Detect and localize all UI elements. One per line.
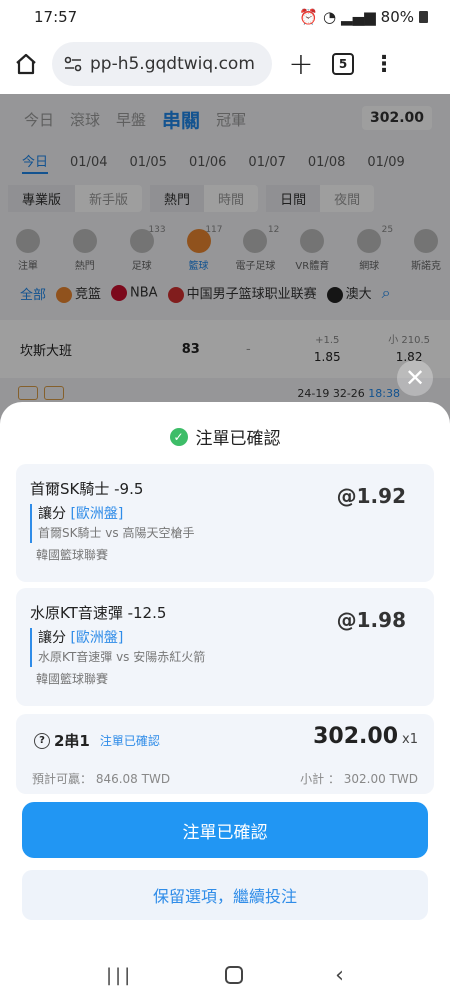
bet-selection: 首爾SK騎士 -9.5	[30, 480, 144, 498]
battery-icon	[419, 11, 428, 23]
bet-detail: 讓分 [歐洲盤] 首爾SK騎士 vs 高陽天空槍手	[30, 504, 194, 543]
close-icon: ✕	[404, 364, 426, 392]
back-icon[interactable]: ‹	[335, 963, 344, 988]
confirm-button[interactable]: 注單已確認	[22, 802, 428, 858]
more-menu-button[interactable]: ⋮	[354, 52, 414, 77]
bet-confirmation-sheet: ✓ 注單已確認 首爾SK騎士 -9.5 @1.92 讓分 [歐洲盤] 首爾SK騎…	[0, 402, 450, 950]
handicap-type: [歐洲盤]	[70, 506, 124, 522]
keep-selections-button[interactable]: 保留選項，繼續投注	[22, 870, 428, 920]
tab-switcher-button[interactable]: 5	[332, 53, 354, 75]
more-vert-icon: ⋮	[373, 51, 395, 77]
system-nav-bar: ||| ‹	[0, 950, 450, 1000]
market-type: 讓分	[38, 506, 66, 522]
bet-odds: @1.92	[336, 484, 406, 508]
market-type: 讓分	[38, 630, 66, 646]
parlay-status: 注單已確認	[99, 734, 160, 748]
parlay-type: 2串1	[54, 732, 90, 750]
stake-multiplier: x1	[402, 732, 418, 747]
address-bar[interactable]: pp-h5.gqdtwiq.com	[52, 42, 272, 86]
status-bar: 17:57 ⏰ ◔ ▂▄▆ 80%	[0, 0, 450, 34]
bet-detail: 讓分 [歐洲盤] 水原KT音速彈 vs 安陽赤紅火箭	[30, 628, 205, 667]
sheet-header: ✓ 注單已確認	[0, 424, 450, 449]
subtotal: 小計 ： 302.00 TWD	[300, 772, 418, 786]
home-icon	[16, 53, 36, 75]
bet-selection: 水原KT音速彈 -12.5	[30, 604, 167, 622]
recents-icon[interactable]: |||	[106, 965, 133, 986]
alarm-icon: ⏰	[299, 8, 318, 26]
bet-card: 首爾SK騎士 -9.5 @1.92 讓分 [歐洲盤] 首爾SK騎士 vs 高陽天…	[16, 464, 434, 582]
match-name: 水原KT音速彈 vs 安陽赤紅火箭	[38, 650, 206, 664]
signal-icon: ▂▄▆	[341, 8, 376, 26]
handicap-type: [歐洲盤]	[70, 630, 124, 646]
league-name: 韓國籃球聯賽	[36, 672, 109, 686]
status-icons: ⏰ ◔ ▂▄▆ 80%	[299, 8, 428, 26]
bet-card: 水原KT音速彈 -12.5 @1.98 讓分 [歐洲盤] 水原KT音速彈 vs …	[16, 588, 434, 706]
browser-toolbar: pp-h5.gqdtwiq.com + 5 ⋮	[0, 34, 450, 94]
home-nav-icon[interactable]	[225, 966, 244, 984]
status-time: 17:57	[34, 8, 78, 26]
potential-win: 預計可贏： 846.08 TWD	[32, 772, 171, 786]
check-circle-icon: ✓	[169, 427, 188, 446]
match-name: 首爾SK騎士 vs 高陽天空槍手	[38, 526, 195, 540]
plus-icon: +	[288, 46, 314, 82]
help-icon[interactable]: ?	[34, 732, 50, 749]
battery-percent: 80%	[380, 8, 414, 26]
url-text: pp-h5.gqdtwiq.com	[90, 54, 255, 74]
new-tab-button[interactable]: +	[272, 47, 330, 82]
league-name: 韓國籃球聯賽	[36, 548, 109, 562]
stake-amount: 302.00	[313, 724, 399, 749]
bet-odds: @1.98	[336, 608, 406, 632]
site-settings-icon	[64, 56, 82, 72]
home-button[interactable]	[0, 52, 52, 76]
sheet-title: 注單已確認	[195, 429, 281, 449]
wifi-icon: ◔	[322, 8, 337, 26]
modal-overlay[interactable]	[0, 94, 450, 424]
parlay-summary: ? 2串1 注單已確認 302.00 x1 預計可贏： 846.08 TWD 小計…	[16, 714, 434, 794]
close-sheet-button[interactable]: ✕	[397, 360, 433, 396]
